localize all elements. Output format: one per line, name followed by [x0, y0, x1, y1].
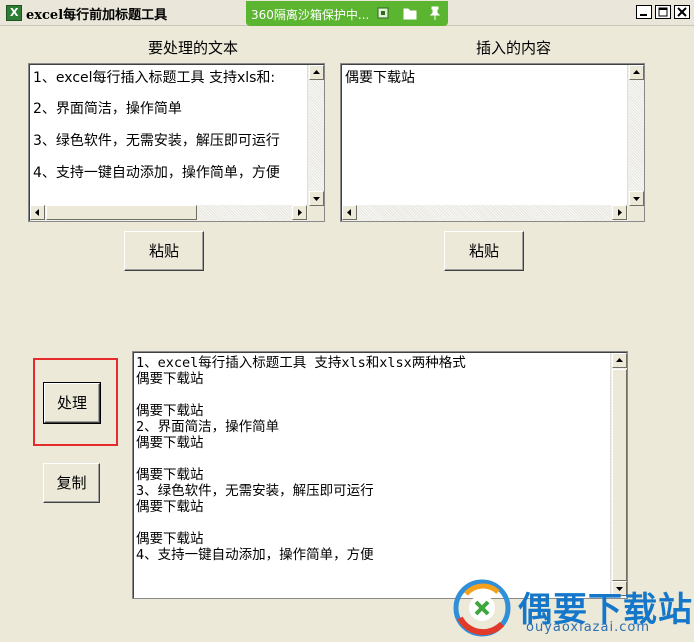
process-label: 处理	[56, 394, 87, 412]
arrow-left-icon	[35, 209, 39, 216]
arrow-up-icon	[313, 70, 320, 74]
output-line: 4、支持一键自动添加，操作简单，方便	[136, 547, 374, 563]
scroll-left-button[interactable]	[30, 205, 45, 220]
vertical-scroll-thumb[interactable]	[612, 369, 627, 581]
scroll-up-button[interactable]	[629, 65, 644, 80]
sandbox-shield-icon[interactable]	[375, 5, 391, 21]
arrow-right-icon	[298, 209, 302, 216]
arrow-left-icon	[347, 209, 351, 216]
arrow-down-icon	[313, 197, 320, 201]
scroll-left-button[interactable]	[342, 205, 357, 220]
output-line: 偶要下载站	[136, 531, 204, 547]
source-text-label: 要处理的文本	[148, 39, 239, 57]
paste-insert-label: 粘贴	[468, 242, 499, 260]
scroll-up-button[interactable]	[612, 353, 627, 368]
source-text-area[interactable]: 1、excel每行插入标题工具 支持xls和: 2、界面简洁，操作简单 3、绿色…	[28, 63, 325, 222]
output-line: 3、绿色软件，无需安装，解压即可运行	[136, 483, 374, 499]
output-line: 偶要下载站	[136, 499, 204, 515]
arrow-right-icon	[618, 209, 622, 216]
watermark-logo	[452, 578, 512, 638]
paste-source-label: 粘贴	[148, 242, 179, 260]
scroll-corner	[628, 206, 644, 221]
close-icon	[677, 7, 687, 17]
scroll-corner	[308, 206, 324, 221]
arrow-up-icon	[633, 70, 640, 74]
source-line: 4、支持一键自动添加，操作简单，方便	[33, 165, 280, 181]
copy-label: 复制	[56, 474, 87, 492]
insert-horizontal-scrollbar[interactable]	[342, 205, 628, 221]
scroll-right-button[interactable]	[612, 205, 627, 220]
insert-content-area[interactable]: 偶要下载站	[340, 63, 645, 222]
sandbox-status-text: 360隔离沙箱保护中...	[251, 8, 370, 22]
minimize-button[interactable]	[636, 5, 652, 19]
maximize-button[interactable]	[655, 5, 671, 19]
scroll-up-button[interactable]	[309, 65, 324, 80]
close-button[interactable]	[674, 5, 690, 19]
horizontal-scroll-thumb[interactable]	[46, 205, 197, 220]
minimize-icon	[640, 14, 647, 16]
insert-vertical-scrollbar[interactable]	[627, 65, 644, 206]
output-line: 偶要下载站	[136, 403, 204, 419]
output-lines: 1、excel每行插入标题工具 支持xls和xlsx两种格式 偶要下载站 偶要下…	[136, 355, 606, 563]
output-text-area[interactable]: 1、excel每行插入标题工具 支持xls和xlsx两种格式 偶要下载站 偶要下…	[132, 351, 628, 599]
folder-icon[interactable]	[402, 5, 418, 21]
scroll-down-button[interactable]	[309, 191, 324, 206]
sandbox-toolbar: 360隔离沙箱保护中...	[246, 1, 448, 26]
excel-app-icon[interactable]	[6, 5, 22, 21]
output-line: 偶要下载站	[136, 371, 204, 387]
paste-source-button[interactable]: 粘贴	[124, 231, 204, 271]
arrow-down-icon	[633, 197, 640, 201]
copy-button[interactable]: 复制	[43, 463, 100, 503]
output-line: 偶要下载站	[136, 435, 204, 451]
process-button[interactable]: 处理	[43, 382, 101, 424]
insert-content-value: 偶要下载站	[345, 70, 415, 86]
source-line: 1、excel每行插入标题工具 支持xls和:	[33, 70, 276, 86]
source-line: 2、界面简洁，操作简单	[33, 101, 182, 117]
arrow-up-icon	[616, 358, 623, 362]
output-line: 2、界面简洁，操作简单	[136, 419, 280, 435]
paste-insert-button[interactable]: 粘贴	[444, 231, 524, 271]
output-vertical-scrollbar[interactable]	[610, 353, 627, 597]
scroll-right-button[interactable]	[292, 205, 307, 220]
source-line: 3、绿色软件，无需安装，解压即可运行	[33, 133, 280, 149]
watermark-url: ouyaoxiazai.com	[526, 620, 650, 635]
scroll-down-button[interactable]	[629, 191, 644, 206]
title-bar: excel每行前加标题工具 360隔离沙箱保护中...	[0, 0, 694, 26]
insert-content-label: 插入的内容	[476, 39, 552, 57]
output-line: 1、excel每行插入标题工具 支持xls和xlsx两种格式	[136, 355, 466, 371]
pin-icon[interactable]	[427, 5, 443, 21]
maximize-icon	[658, 7, 668, 17]
window-title: excel每行前加标题工具	[26, 8, 168, 23]
output-line: 偶要下载站	[136, 467, 204, 483]
watermark-logo-icon	[453, 579, 511, 637]
source-horizontal-scrollbar[interactable]	[30, 205, 308, 221]
source-vertical-scrollbar[interactable]	[307, 65, 324, 206]
